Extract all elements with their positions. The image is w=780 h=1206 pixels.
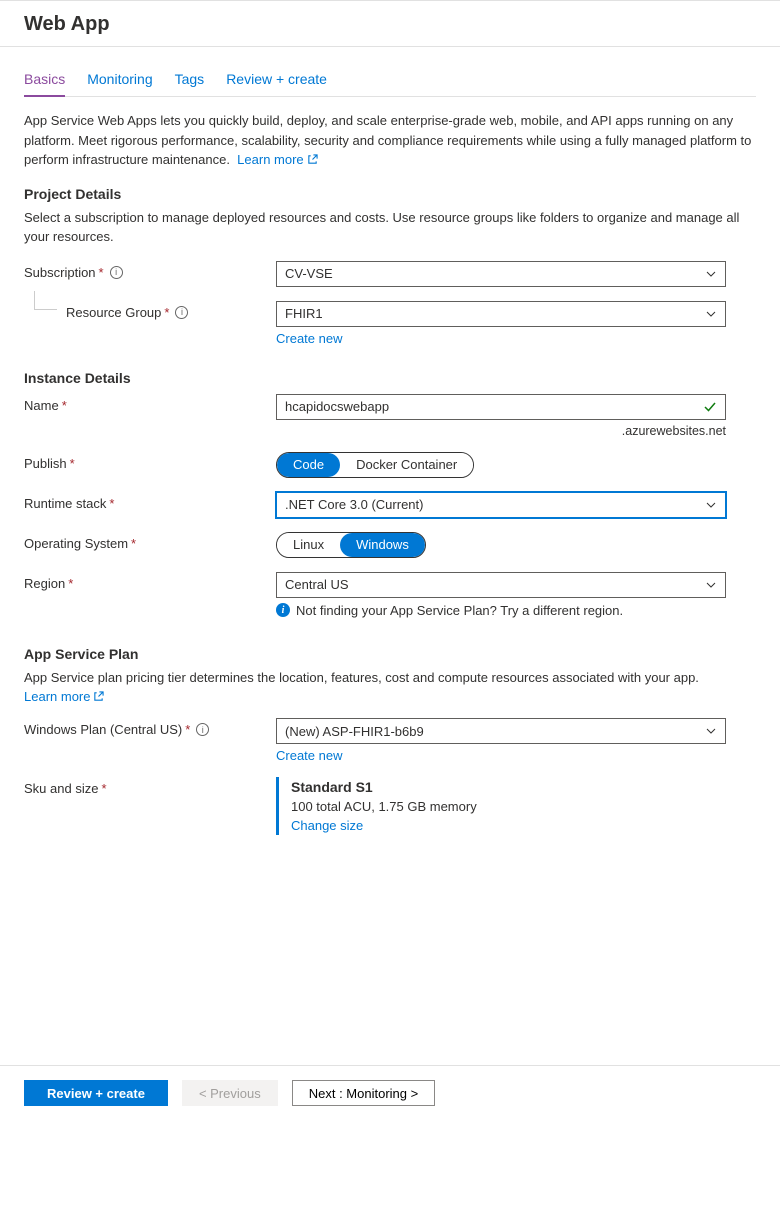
chevron-down-icon xyxy=(705,268,717,280)
windows-plan-select[interactable]: (New) ASP-FHIR1-b6b9 xyxy=(276,718,726,744)
name-input[interactable]: hcapidocswebapp xyxy=(276,394,726,420)
footer: Review + create < Previous Next : Monito… xyxy=(0,1065,780,1120)
info-icon[interactable]: i xyxy=(196,723,209,736)
tab-basics[interactable]: Basics xyxy=(24,67,65,97)
publish-option-code[interactable]: Code xyxy=(277,453,340,477)
name-suffix: .azurewebsites.net xyxy=(276,424,726,438)
chevron-down-icon xyxy=(705,308,717,320)
region-select[interactable]: Central US xyxy=(276,572,726,598)
next-button[interactable]: Next : Monitoring > xyxy=(292,1080,435,1106)
tab-monitoring[interactable]: Monitoring xyxy=(87,67,152,96)
resource-group-select[interactable]: FHIR1 xyxy=(276,301,726,327)
change-size-link[interactable]: Change size xyxy=(291,818,363,833)
subscription-select[interactable]: CV-VSE xyxy=(276,261,726,287)
resource-group-label: Resource Group xyxy=(66,305,161,320)
tab-review-create[interactable]: Review + create xyxy=(226,67,327,96)
review-create-button[interactable]: Review + create xyxy=(24,1080,168,1106)
info-icon[interactable]: i xyxy=(110,266,123,279)
check-icon xyxy=(703,400,717,414)
create-new-rg-link[interactable]: Create new xyxy=(276,331,342,346)
runtime-select[interactable]: .NET Core 3.0 (Current) xyxy=(276,492,726,518)
project-details-desc: Select a subscription to manage deployed… xyxy=(24,208,756,247)
intro-text: App Service Web Apps lets you quickly bu… xyxy=(24,111,756,170)
os-toggle: Linux Windows xyxy=(276,532,426,558)
learn-more-link[interactable]: Learn more xyxy=(237,152,317,167)
external-link-icon xyxy=(307,154,318,165)
info-icon: i xyxy=(276,603,290,617)
asp-desc: App Service plan pricing tier determines… xyxy=(24,668,756,688)
tab-tags[interactable]: Tags xyxy=(175,67,205,96)
previous-button: < Previous xyxy=(182,1080,278,1106)
section-app-service-plan: App Service Plan xyxy=(24,646,756,662)
section-project-details: Project Details xyxy=(24,186,756,202)
info-icon[interactable]: i xyxy=(175,306,188,319)
chevron-down-icon xyxy=(705,579,717,591)
create-new-plan-link[interactable]: Create new xyxy=(276,748,342,763)
chevron-down-icon xyxy=(705,499,717,511)
sku-name: Standard S1 xyxy=(291,779,726,795)
name-label: Name xyxy=(24,398,59,413)
page-title: Web App xyxy=(0,1,780,47)
subscription-label: Subscription xyxy=(24,265,96,280)
publish-label: Publish xyxy=(24,456,67,471)
asp-learn-more-link[interactable]: Learn more xyxy=(24,689,104,704)
sku-spec: 100 total ACU, 1.75 GB memory xyxy=(291,799,726,814)
os-option-linux[interactable]: Linux xyxy=(277,533,340,557)
publish-option-docker[interactable]: Docker Container xyxy=(340,453,473,477)
os-option-windows[interactable]: Windows xyxy=(340,533,425,557)
sku-summary: Standard S1 100 total ACU, 1.75 GB memor… xyxy=(276,777,726,835)
windows-plan-label: Windows Plan (Central US) xyxy=(24,722,182,737)
chevron-down-icon xyxy=(705,725,717,737)
runtime-label: Runtime stack xyxy=(24,496,106,511)
region-label: Region xyxy=(24,576,65,591)
region-hint: i Not finding your App Service Plan? Try… xyxy=(276,603,726,618)
tabs: Basics Monitoring Tags Review + create xyxy=(24,67,756,97)
external-link-icon xyxy=(93,691,104,702)
publish-toggle: Code Docker Container xyxy=(276,452,474,478)
section-instance-details: Instance Details xyxy=(24,370,756,386)
sku-label: Sku and size xyxy=(24,781,98,796)
os-label: Operating System xyxy=(24,536,128,551)
